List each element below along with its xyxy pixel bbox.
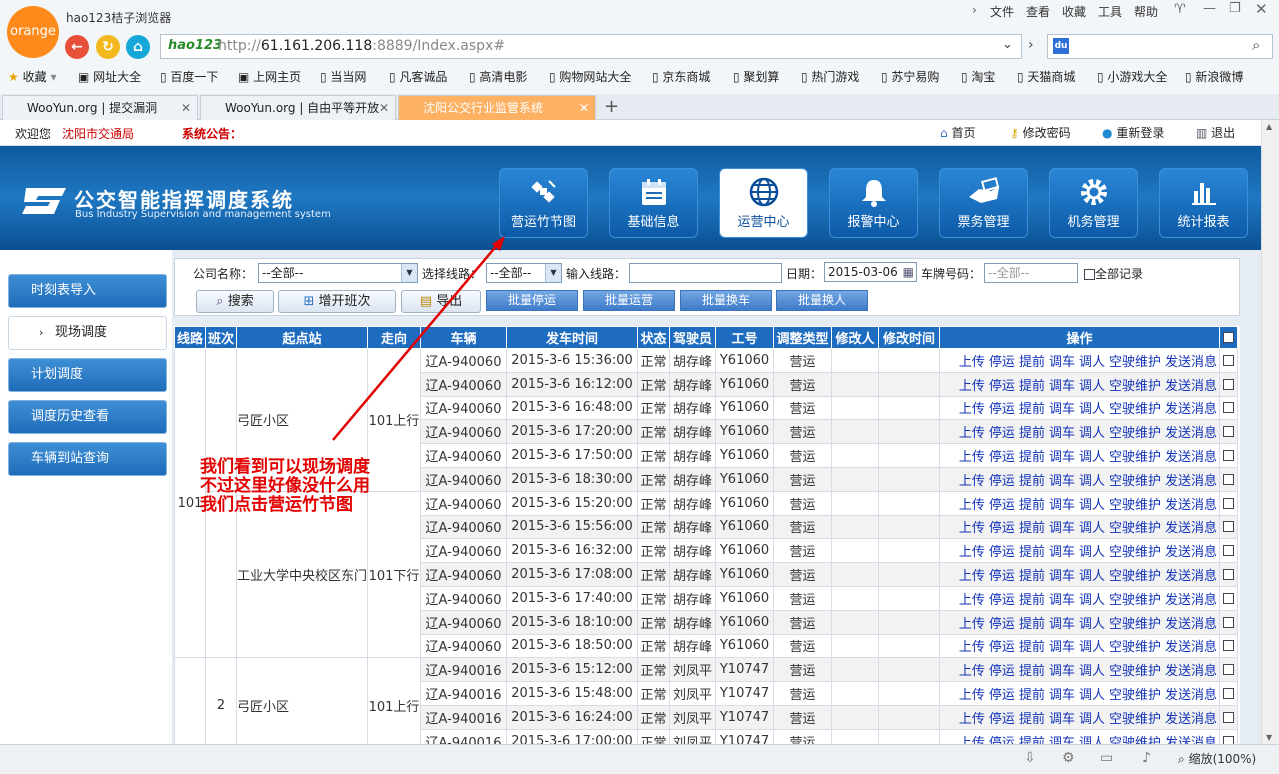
page-scrollbar[interactable]: ▲ ▼ xyxy=(1261,120,1279,744)
annotation-text: 我们看到可以现场调度 不过这里好像没什么用 我们点击营运竹节图 xyxy=(200,458,370,515)
download-icon[interactable]: ⇩ xyxy=(1024,750,1036,766)
sound-icon[interactable]: ♪ xyxy=(1142,750,1151,766)
window-icon[interactable]: ▭ xyxy=(1100,750,1113,766)
annotation-arrow xyxy=(332,236,505,441)
annotation-line: 我们点击营运竹节图 xyxy=(200,495,353,515)
scroll-down-icon[interactable]: ▼ xyxy=(1266,733,1272,742)
annotation-line: 不过这里好像没什么用 xyxy=(200,476,370,496)
zoom-icon: ⌕ xyxy=(1178,752,1185,766)
zoom-level[interactable]: ⌕ 缩放(100%) xyxy=(1178,750,1256,767)
settings-icon[interactable]: ⚙ xyxy=(1062,750,1075,766)
scroll-up-icon[interactable]: ▲ xyxy=(1266,122,1272,131)
status-bar xyxy=(0,744,1279,774)
annotation-line: 我们看到可以现场调度 xyxy=(200,457,370,477)
